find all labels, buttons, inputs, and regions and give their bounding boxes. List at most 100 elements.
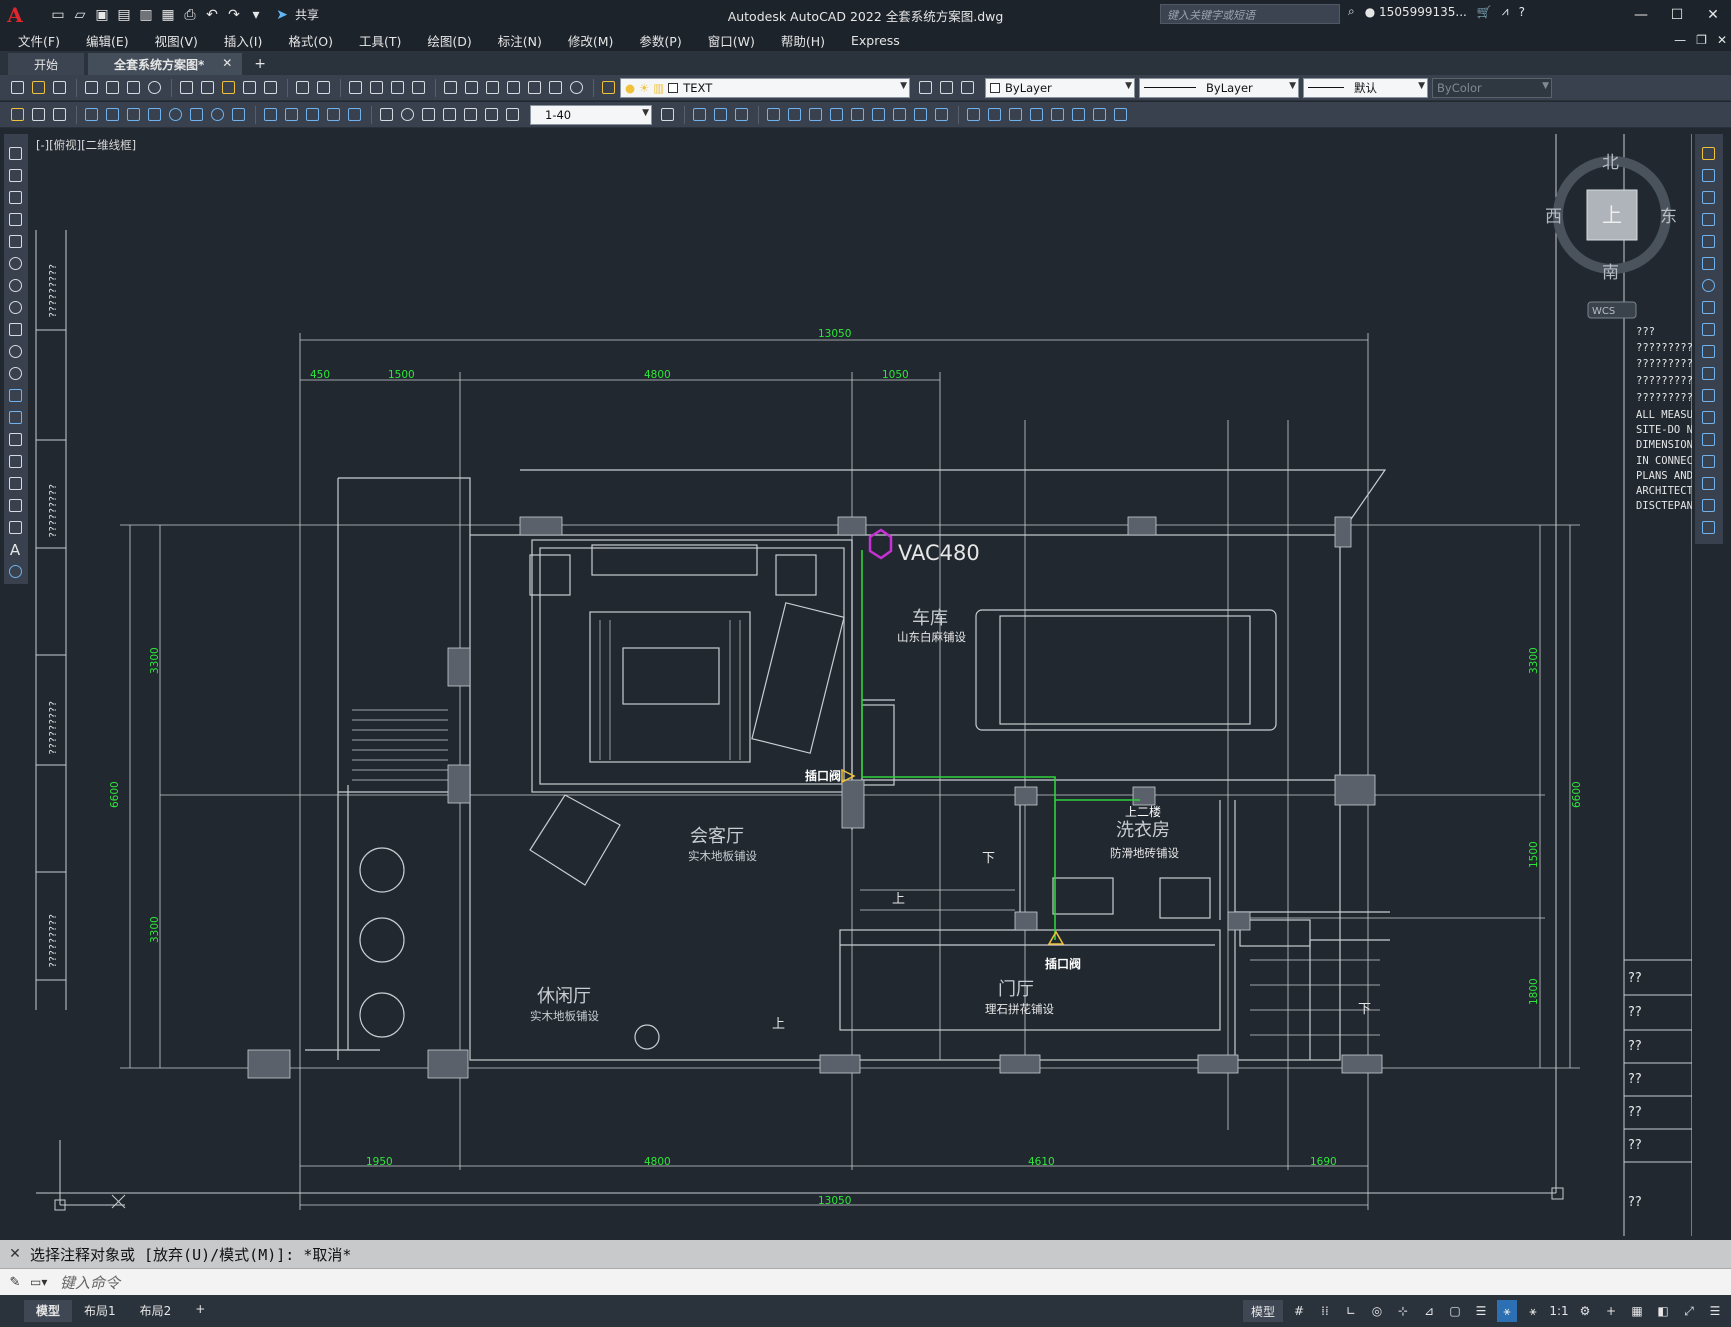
- insert-block-icon[interactable]: [6, 386, 25, 405]
- osnap-tracking-icon[interactable]: ⊹: [1393, 1300, 1413, 1322]
- auto-scale-icon[interactable]: ⚹: [1523, 1300, 1543, 1322]
- dim-style-dropdown[interactable]: 1-40 ▼: [530, 104, 652, 125]
- join-icon[interactable]: [1699, 430, 1718, 449]
- quick-dimension-icon[interactable]: [261, 105, 280, 124]
- compass-south[interactable]: 南: [1602, 263, 1619, 283]
- menu-tools[interactable]: 工具(T): [359, 31, 401, 50]
- customize-icon[interactable]: ✎: [0, 1275, 30, 1290]
- layer-tool-2-icon[interactable]: [711, 105, 730, 124]
- menu-dimension[interactable]: 标注(N): [498, 31, 542, 50]
- open-icon[interactable]: [29, 78, 48, 97]
- extend-icon[interactable]: [1699, 364, 1718, 383]
- center-mark-icon[interactable]: [398, 105, 417, 124]
- layout-tab-2[interactable]: 布局2: [128, 1300, 184, 1322]
- new-file-icon[interactable]: ▭: [48, 5, 68, 25]
- trim-icon[interactable]: [1699, 342, 1718, 361]
- workspace-gear-icon[interactable]: ⚙: [1575, 1300, 1595, 1322]
- lineweight-dropdown[interactable]: 默认 ▼: [1303, 77, 1428, 98]
- layer-tool-3-icon[interactable]: [732, 105, 751, 124]
- layer-tool-16-icon[interactable]: [1027, 105, 1046, 124]
- floor-plan-drawing[interactable]: VAC480 车库 山东白麻铺设 会客厅 实木地板铺设 休闲厅 实木地板铺设 洗…: [32, 128, 1692, 1236]
- paste-icon[interactable]: [219, 78, 238, 97]
- layer-tool-6-icon[interactable]: [806, 105, 825, 124]
- publish-icon[interactable]: ▥: [136, 5, 156, 25]
- chamfer-icon[interactable]: [1699, 452, 1718, 471]
- block-editor-icon[interactable]: [261, 78, 280, 97]
- arc-length-icon[interactable]: [124, 105, 143, 124]
- pan-icon[interactable]: [346, 78, 365, 97]
- layer-properties-icon[interactable]: [599, 78, 618, 97]
- erase-icon[interactable]: [1699, 144, 1718, 163]
- stretch-icon[interactable]: [1699, 320, 1718, 339]
- make-current-layer-icon[interactable]: [916, 78, 935, 97]
- plot-preview-icon[interactable]: [103, 78, 122, 97]
- menu-window[interactable]: 窗口(W): [708, 31, 755, 50]
- user-account[interactable]: ● 1505999135...: [1365, 5, 1467, 19]
- fillet-icon[interactable]: [1699, 474, 1718, 493]
- help-search-input[interactable]: 键入关键字或短语: [1160, 4, 1340, 24]
- aligned-dim-icon[interactable]: [103, 105, 122, 124]
- continue-dim-icon[interactable]: [303, 105, 322, 124]
- dim-text-edit-icon[interactable]: [482, 105, 501, 124]
- ortho-icon[interactable]: ∟: [1341, 1300, 1361, 1322]
- viewcube[interactable]: 上 北 南 东 西 WCS: [1545, 153, 1677, 319]
- move-icon[interactable]: [1699, 254, 1718, 273]
- new-tab-button[interactable]: +: [246, 56, 274, 75]
- tool-palettes-icon[interactable]: [483, 78, 502, 97]
- blend-curves-icon[interactable]: [1699, 496, 1718, 515]
- diameter-dim-icon[interactable]: [208, 105, 227, 124]
- close-command-icon[interactable]: ✕: [0, 1246, 30, 1262]
- baseline-dim-icon[interactable]: [282, 105, 301, 124]
- copy-object-icon[interactable]: [1699, 166, 1718, 185]
- layer-tool-11-icon[interactable]: [911, 105, 930, 124]
- layer-tool-14-icon[interactable]: [985, 105, 1004, 124]
- 3d-print-icon[interactable]: [145, 78, 164, 97]
- break-icon[interactable]: [1699, 408, 1718, 427]
- command-input[interactable]: 键入命令: [60, 1272, 120, 1293]
- zoom-previous-icon[interactable]: [409, 78, 428, 97]
- design-center-icon[interactable]: [462, 78, 481, 97]
- lineweight-icon[interactable]: ☰: [1471, 1300, 1491, 1322]
- layer-tool-7-icon[interactable]: [827, 105, 846, 124]
- cart-icon[interactable]: 🛒: [1477, 5, 1492, 19]
- radius-dim-icon[interactable]: [166, 105, 185, 124]
- polygon-icon[interactable]: [6, 210, 25, 229]
- break-at-point-icon[interactable]: [1699, 386, 1718, 405]
- compass-east[interactable]: 东: [1660, 207, 1677, 227]
- model-space-button[interactable]: 模型: [1242, 1300, 1283, 1322]
- color-dropdown[interactable]: ByLayer ▼: [985, 77, 1135, 98]
- menu-format[interactable]: 格式(O): [288, 31, 333, 50]
- tolerance-icon[interactable]: [377, 105, 396, 124]
- point-icon[interactable]: [6, 430, 25, 449]
- osnap-icon[interactable]: ⊿: [1419, 1300, 1439, 1322]
- doc-close-icon[interactable]: ✕: [1717, 33, 1727, 47]
- undo-icon[interactable]: ↶: [202, 5, 222, 25]
- share-button[interactable]: ➤ 共享: [272, 5, 319, 25]
- layer-tool-9-icon[interactable]: [869, 105, 888, 124]
- sheet-set-icon[interactable]: [504, 78, 523, 97]
- compass-west[interactable]: 西: [1545, 207, 1562, 227]
- jogged-linear-icon[interactable]: [440, 105, 459, 124]
- dim-space-icon[interactable]: [324, 105, 343, 124]
- compass-north[interactable]: 北: [1602, 153, 1619, 173]
- jogged-dim-icon[interactable]: [187, 105, 206, 124]
- layer-tool-20-icon[interactable]: [1111, 105, 1130, 124]
- zoom-realtime-icon[interactable]: [367, 78, 386, 97]
- tab-drawing[interactable]: 全套系统方案图* ✕: [88, 53, 243, 75]
- clean-screen-icon[interactable]: ⤢: [1679, 1300, 1699, 1322]
- layer-tool-10-icon[interactable]: [890, 105, 909, 124]
- add-selected-icon[interactable]: [6, 562, 25, 581]
- close-button[interactable]: ✕: [1695, 0, 1731, 29]
- open-file-icon[interactable]: ▱: [70, 5, 90, 25]
- menu-view[interactable]: 视图(V): [155, 31, 198, 50]
- save-as-icon[interactable]: ▤: [114, 5, 134, 25]
- recent-commands-icon[interactable]: ▭▾: [30, 1275, 60, 1289]
- table-icon[interactable]: [6, 518, 25, 537]
- annotation-monitor-icon[interactable]: +: [1601, 1300, 1621, 1322]
- match-properties-icon[interactable]: [240, 78, 259, 97]
- line-icon[interactable]: [6, 144, 25, 163]
- plotstyle-dropdown[interactable]: ByColor ▼: [1432, 77, 1552, 98]
- construction-line-icon[interactable]: [6, 166, 25, 185]
- isolate-objects-icon[interactable]: ◧: [1653, 1300, 1673, 1322]
- publish-icon[interactable]: [124, 78, 143, 97]
